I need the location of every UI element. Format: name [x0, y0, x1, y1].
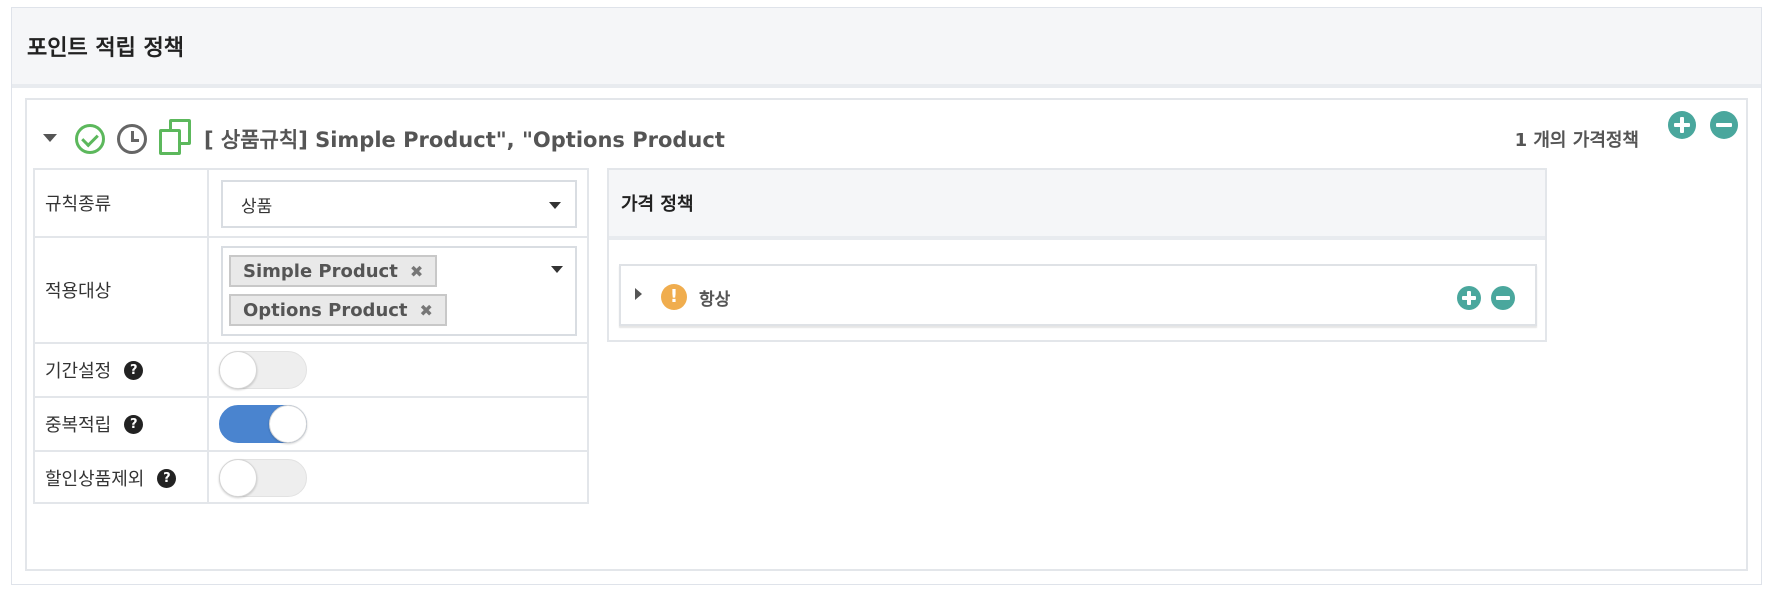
- add-rule-button[interactable]: [1668, 111, 1696, 139]
- exclude-discount-toggle[interactable]: [219, 459, 307, 497]
- settings-table: 규칙종류 상품 적용대상 Simple Product ✖ Options Pr…: [33, 168, 589, 504]
- copy-icon[interactable]: [157, 119, 193, 157]
- page-title: 포인트 적립 정책: [27, 36, 184, 61]
- minus-icon: [1716, 123, 1732, 127]
- page-header: 포인트 적립 정책: [12, 8, 1761, 88]
- clock-icon[interactable]: [117, 124, 147, 154]
- price-policy-title: 가격 정책: [609, 170, 1545, 240]
- rule-type-value: 상품: [241, 196, 273, 217]
- collapse-caret-icon[interactable]: [43, 134, 57, 142]
- exclude-discount-label: 할인상품제외: [45, 469, 145, 490]
- price-policy-count: 1 개의 가격정책: [1514, 130, 1639, 151]
- target-tag-label: Simple Product: [243, 260, 398, 282]
- check-circle-icon[interactable]: [75, 124, 105, 154]
- chevron-down-icon: [549, 202, 561, 209]
- period-toggle[interactable]: [219, 351, 307, 389]
- remove-price-policy-button[interactable]: [1491, 286, 1515, 310]
- point-policy-container: 포인트 적립 정책 [ 상품규칙] Simple Product", "Opti…: [11, 7, 1762, 585]
- settings-row-period: 기간설정 ?: [35, 344, 587, 398]
- settings-row-rule-type: 규칙종류 상품: [35, 170, 587, 238]
- minus-icon: [1496, 296, 1510, 300]
- add-price-policy-button[interactable]: [1457, 286, 1481, 310]
- period-label: 기간설정: [45, 361, 112, 382]
- help-icon[interactable]: ?: [124, 360, 144, 380]
- duplicate-label: 중복적립: [45, 415, 112, 436]
- help-icon[interactable]: ?: [157, 468, 177, 488]
- help-icon[interactable]: ?: [124, 414, 144, 434]
- target-tag: Options Product ✖: [229, 294, 447, 326]
- remove-tag-icon[interactable]: ✖: [410, 262, 423, 281]
- settings-row-target: 적용대상 Simple Product ✖ Options Product ✖: [35, 238, 587, 344]
- rule-panel: [ 상품규칙] Simple Product", "Options Produc…: [25, 98, 1748, 571]
- rule-header: [ 상품규칙] Simple Product", "Options Produc…: [27, 100, 1746, 175]
- price-policy-item[interactable]: ! 항상: [619, 264, 1537, 326]
- remove-tag-icon[interactable]: ✖: [420, 301, 433, 320]
- target-tag: Simple Product ✖: [229, 255, 438, 287]
- rule-title: [ 상품규칙] Simple Product", "Options Produc…: [204, 128, 725, 152]
- rule-type-label: 규칙종류: [35, 170, 209, 236]
- expand-caret-icon[interactable]: [635, 288, 642, 300]
- warning-icon: !: [661, 284, 687, 310]
- rule-type-select[interactable]: 상품: [221, 180, 577, 228]
- duplicate-toggle[interactable]: [219, 405, 307, 443]
- chevron-down-icon[interactable]: [551, 266, 563, 273]
- target-label: 적용대상: [35, 238, 209, 342]
- target-multiselect[interactable]: Simple Product ✖ Options Product ✖: [221, 246, 577, 336]
- remove-rule-button[interactable]: [1710, 111, 1738, 139]
- price-policy-label: 항상: [699, 290, 731, 310]
- price-policy-panel: 가격 정책 ! 항상: [607, 168, 1547, 342]
- target-tag-label: Options Product: [243, 299, 408, 321]
- settings-row-exclude-discount: 할인상품제외 ?: [35, 452, 587, 504]
- settings-row-duplicate: 중복적립 ?: [35, 398, 587, 452]
